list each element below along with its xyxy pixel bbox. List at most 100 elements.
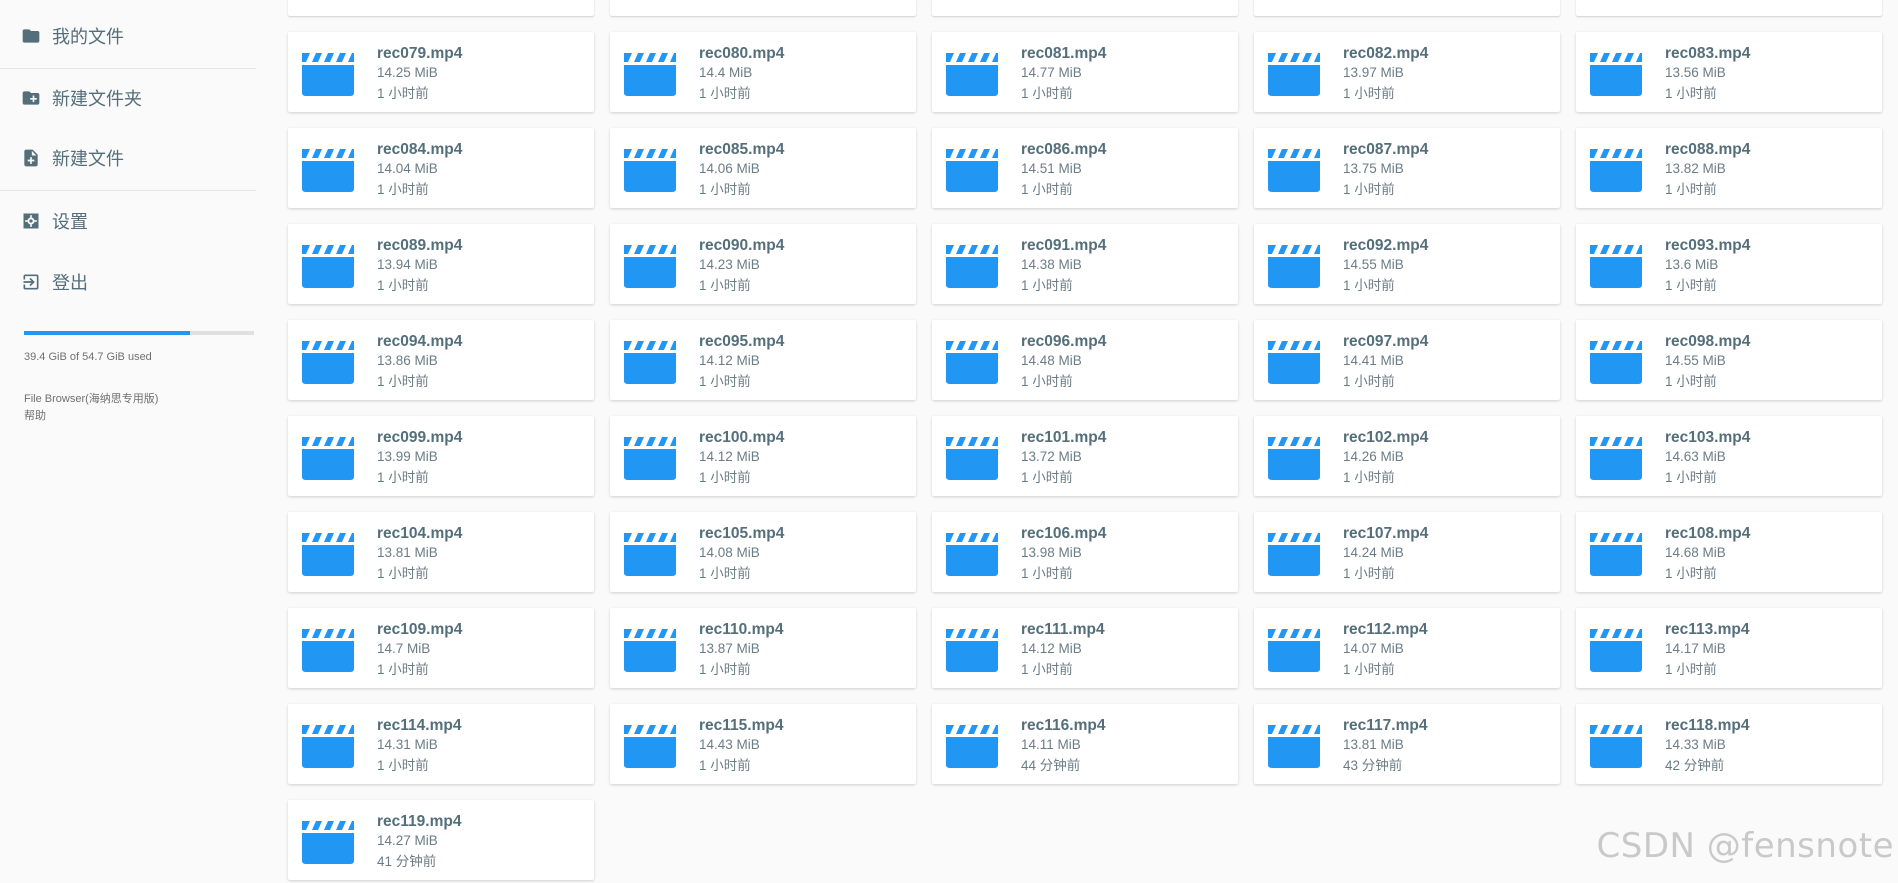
create-new-folder-icon [20,87,42,109]
exit-icon [20,271,42,293]
file-card[interactable]: rec103.mp4 14.63 MiB 1 小时前 [1576,416,1882,496]
file-card[interactable]: rec092.mp4 14.55 MiB 1 小时前 [1254,224,1560,304]
file-card[interactable]: rec100.mp4 14.12 MiB 1 小时前 [610,416,916,496]
file-card-partial[interactable] [288,0,594,16]
file-card[interactable]: rec112.mp4 14.07 MiB 1 小时前 [1254,608,1560,688]
file-size: 14.25 MiB [377,65,438,80]
sidebar-item-my-files[interactable]: 我的文件 [20,18,124,54]
video-file-icon [944,529,1000,577]
sidebar-item-logout[interactable]: 登出 [20,264,88,300]
help-link[interactable]: 帮助 [24,408,158,425]
file-card[interactable]: rec108.mp4 14.68 MiB 1 小时前 [1576,512,1882,592]
video-file-icon [1266,337,1322,385]
file-card-partial[interactable] [1254,0,1560,16]
video-file-icon [944,241,1000,289]
file-name: rec092.mp4 [1343,237,1429,254]
file-card-partial[interactable] [1576,0,1882,16]
file-name: rec095.mp4 [699,333,785,350]
file-modified-time: 1 小时前 [377,758,429,773]
file-modified-time: 1 小时前 [1665,566,1717,581]
settings-icon [20,210,42,232]
file-size: 14.12 MiB [1021,641,1082,656]
file-card[interactable]: rec083.mp4 13.56 MiB 1 小时前 [1576,32,1882,112]
file-size: 14.17 MiB [1665,641,1726,656]
file-card[interactable]: rec119.mp4 14.27 MiB 41 分钟前 [288,800,594,880]
file-card[interactable]: rec096.mp4 14.48 MiB 1 小时前 [932,320,1238,400]
file-card[interactable]: rec087.mp4 13.75 MiB 1 小时前 [1254,128,1560,208]
file-size: 14.43 MiB [699,737,760,752]
file-modified-time: 44 分钟前 [1021,758,1081,773]
file-size: 14.7 MiB [377,641,431,656]
file-card[interactable]: rec106.mp4 13.98 MiB 1 小时前 [932,512,1238,592]
file-modified-time: 1 小时前 [1343,86,1395,101]
video-file-icon [1588,337,1644,385]
file-card[interactable]: rec093.mp4 13.6 MiB 1 小时前 [1576,224,1882,304]
file-card[interactable]: rec111.mp4 14.12 MiB 1 小时前 [932,608,1238,688]
file-modified-time: 1 小时前 [377,470,429,485]
file-modified-time: 1 小时前 [699,470,751,485]
file-card[interactable]: rec089.mp4 13.94 MiB 1 小时前 [288,224,594,304]
file-card[interactable]: rec081.mp4 14.77 MiB 1 小时前 [932,32,1238,112]
file-card[interactable]: rec104.mp4 13.81 MiB 1 小时前 [288,512,594,592]
file-card[interactable]: rec113.mp4 14.17 MiB 1 小时前 [1576,608,1882,688]
video-file-icon [622,241,678,289]
video-file-icon [1266,529,1322,577]
file-card[interactable]: rec094.mp4 13.86 MiB 1 小时前 [288,320,594,400]
file-card[interactable]: rec109.mp4 14.7 MiB 1 小时前 [288,608,594,688]
video-file-icon [1588,721,1644,769]
file-card[interactable]: rec118.mp4 14.33 MiB 42 分钟前 [1576,704,1882,784]
file-name: rec114.mp4 [377,717,462,734]
file-card[interactable]: rec115.mp4 14.43 MiB 1 小时前 [610,704,916,784]
video-file-icon [1588,241,1644,289]
file-size: 13.87 MiB [699,641,760,656]
video-file-icon [300,625,356,673]
file-card[interactable]: rec099.mp4 13.99 MiB 1 小时前 [288,416,594,496]
file-modified-time: 1 小时前 [1343,182,1395,197]
file-name: rec080.mp4 [699,45,785,62]
file-card[interactable]: rec107.mp4 14.24 MiB 1 小时前 [1254,512,1560,592]
sidebar: 我的文件 新建文件夹 新建文件 设置 登出 39.4 GiB of 54.7 G… [0,0,256,883]
file-card[interactable]: rec105.mp4 14.08 MiB 1 小时前 [610,512,916,592]
sidebar-item-settings[interactable]: 设置 [20,203,88,239]
file-size: 13.72 MiB [1021,449,1082,464]
file-card[interactable]: rec091.mp4 14.38 MiB 1 小时前 [932,224,1238,304]
file-size: 14.04 MiB [377,161,438,176]
video-file-icon [1266,145,1322,193]
file-card[interactable]: rec117.mp4 13.81 MiB 43 分钟前 [1254,704,1560,784]
file-card[interactable]: rec085.mp4 14.06 MiB 1 小时前 [610,128,916,208]
video-file-icon [300,529,356,577]
file-card-partial[interactable] [932,0,1238,16]
file-size: 14.08 MiB [699,545,760,560]
video-file-icon [1588,625,1644,673]
file-modified-time: 1 小时前 [1021,566,1073,581]
file-modified-time: 1 小时前 [699,662,751,677]
file-card[interactable]: rec097.mp4 14.41 MiB 1 小时前 [1254,320,1560,400]
file-name: rec087.mp4 [1343,141,1429,158]
file-card[interactable]: rec102.mp4 14.26 MiB 1 小时前 [1254,416,1560,496]
file-modified-time: 1 小时前 [1021,86,1073,101]
sidebar-item-new-folder[interactable]: 新建文件夹 [20,80,142,116]
file-card[interactable]: rec088.mp4 13.82 MiB 1 小时前 [1576,128,1882,208]
file-card[interactable]: rec090.mp4 14.23 MiB 1 小时前 [610,224,916,304]
file-card[interactable]: rec084.mp4 14.04 MiB 1 小时前 [288,128,594,208]
file-card[interactable]: rec114.mp4 14.31 MiB 1 小时前 [288,704,594,784]
video-file-icon [622,529,678,577]
file-card[interactable]: rec079.mp4 14.25 MiB 1 小时前 [288,32,594,112]
file-card[interactable]: rec116.mp4 14.11 MiB 44 分钟前 [932,704,1238,784]
video-file-icon [1266,49,1322,97]
file-name: rec106.mp4 [1021,525,1107,542]
video-file-icon [944,49,1000,97]
file-card[interactable]: rec098.mp4 14.55 MiB 1 小时前 [1576,320,1882,400]
file-card[interactable]: rec086.mp4 14.51 MiB 1 小时前 [932,128,1238,208]
file-card[interactable]: rec101.mp4 13.72 MiB 1 小时前 [932,416,1238,496]
file-card[interactable]: rec082.mp4 13.97 MiB 1 小时前 [1254,32,1560,112]
file-card[interactable]: rec110.mp4 13.87 MiB 1 小时前 [610,608,916,688]
file-card[interactable]: rec095.mp4 14.12 MiB 1 小时前 [610,320,916,400]
app-credit: File Browser(海纳思专用版) [24,393,159,405]
video-file-icon [1266,433,1322,481]
file-name: rec088.mp4 [1665,141,1751,158]
sidebar-item-new-file[interactable]: 新建文件 [20,140,124,176]
file-card[interactable]: rec080.mp4 14.4 MiB 1 小时前 [610,32,916,112]
sidebar-item-label: 设置 [52,212,88,232]
file-card-partial[interactable] [610,0,916,16]
